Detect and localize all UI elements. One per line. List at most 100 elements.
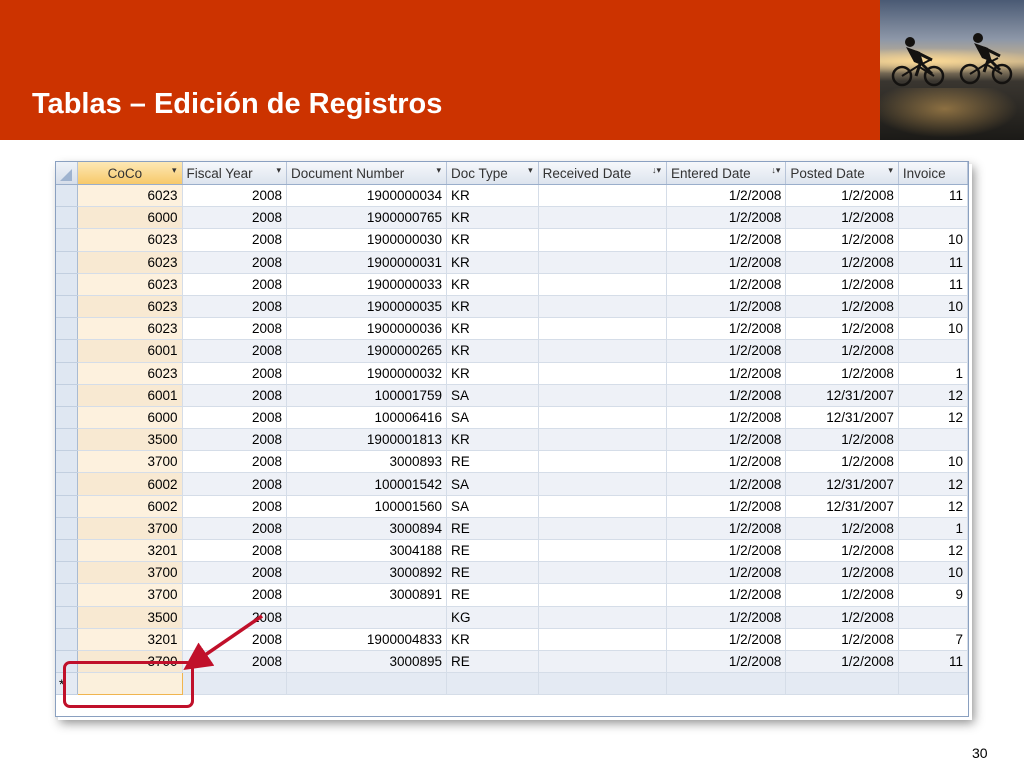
table-cell[interactable]: 2008 — [182, 561, 288, 585]
table-cell[interactable]: 1/2/2008 — [785, 650, 899, 674]
table-cell[interactable]: 6023 — [77, 184, 183, 208]
datasheet-table[interactable]: CoCo ▾ Fiscal Year ▾ Document Number ▾ Doc Typ… — [55, 161, 969, 717]
table-row[interactable]: 3500 2008 1900001813 KR 1/2/2008 1/2/2008 — [56, 428, 968, 452]
table-cell[interactable]: 1/2/2008 — [666, 273, 787, 296]
table-cell[interactable]: KR — [446, 317, 539, 341]
table-cell[interactable]: 1/2/2008 — [785, 561, 899, 585]
table-cell[interactable]: 1/2/2008 — [666, 295, 787, 319]
table-cell[interactable]: 11 — [898, 184, 968, 208]
table-cell[interactable]: 3000893 — [286, 450, 448, 474]
table-cell[interactable]: 12/31/2007 — [785, 406, 899, 430]
row-selector[interactable] — [56, 339, 79, 363]
column-header-doc-type[interactable]: Doc Type ▾ — [446, 162, 539, 185]
table-cell[interactable]: 1/2/2008 — [666, 206, 787, 230]
table-cell[interactable] — [538, 273, 668, 296]
table-cell[interactable]: SA — [446, 495, 539, 518]
new-record-cell[interactable] — [286, 672, 448, 696]
table-row[interactable]: 3700 2008 3000892 RE 1/2/2008 1/2/2008 10 — [56, 561, 968, 585]
table-cell[interactable]: 6001 — [77, 384, 183, 407]
table-cell[interactable]: KR — [446, 251, 539, 274]
table-cell[interactable]: 2008 — [182, 428, 288, 452]
row-selector[interactable] — [56, 628, 79, 651]
table-row[interactable]: 6000 2008 100006416 SA 1/2/2008 12/31/2007 12 — [56, 406, 968, 430]
table-cell[interactable]: 3000891 — [286, 583, 448, 607]
column-header-document-number[interactable]: Document Number ▾ — [286, 162, 448, 185]
table-cell[interactable]: 3000895 — [286, 650, 448, 674]
row-selector[interactable] — [56, 406, 79, 430]
table-cell[interactable]: 1900000036 — [286, 317, 448, 341]
table-row[interactable]: 6001 2008 1900000265 KR 1/2/2008 1/2/2008 — [56, 339, 968, 363]
table-cell[interactable]: 1900000032 — [286, 362, 448, 385]
table-cell[interactable]: 1/2/2008 — [666, 317, 787, 341]
table-cell[interactable]: 2008 — [182, 339, 288, 363]
table-cell[interactable]: 2008 — [182, 184, 288, 208]
row-selector[interactable] — [56, 384, 79, 407]
table-cell[interactable]: 100001759 — [286, 384, 448, 407]
table-cell[interactable] — [538, 428, 668, 452]
table-cell[interactable]: 2008 — [182, 583, 288, 607]
table-cell[interactable]: 3000894 — [286, 517, 448, 541]
table-cell[interactable]: 12/31/2007 — [785, 384, 899, 407]
new-record-cell[interactable] — [898, 672, 968, 696]
table-cell[interactable]: 2008 — [182, 206, 288, 230]
table-cell[interactable]: 11 — [898, 650, 968, 674]
table-cell[interactable]: KR — [446, 362, 539, 385]
table-cell[interactable] — [538, 628, 668, 651]
table-cell[interactable]: 1/2/2008 — [666, 606, 787, 629]
dropdown-arrow-icon[interactable]: ▾ — [172, 165, 177, 176]
table-cell[interactable]: 6023 — [77, 362, 183, 385]
table-cell[interactable]: 10 — [898, 317, 968, 341]
table-cell[interactable]: KR — [446, 295, 539, 319]
table-row[interactable]: 6023 2008 1900000035 KR 1/2/2008 1/2/2008 10 — [56, 295, 968, 319]
table-cell[interactable]: KG — [446, 606, 539, 629]
table-cell[interactable]: 1900000033 — [286, 273, 448, 296]
table-cell[interactable] — [538, 606, 668, 629]
table-cell[interactable] — [538, 206, 668, 230]
table-cell[interactable]: 6023 — [77, 295, 183, 319]
table-cell[interactable]: 1900000765 — [286, 206, 448, 230]
table-cell[interactable]: 6023 — [77, 273, 183, 296]
table-cell[interactable]: 6023 — [77, 317, 183, 341]
new-record-cell[interactable] — [538, 672, 668, 696]
table-cell[interactable]: 1/2/2008 — [785, 273, 899, 296]
table-cell[interactable]: 12 — [898, 539, 968, 563]
table-cell[interactable]: 1/2/2008 — [785, 251, 899, 274]
table-cell[interactable] — [538, 561, 668, 585]
table-cell[interactable]: 12/31/2007 — [785, 495, 899, 518]
table-cell[interactable]: 1/2/2008 — [666, 517, 787, 541]
table-cell[interactable]: 2008 — [182, 495, 288, 518]
table-cell[interactable]: 3000892 — [286, 561, 448, 585]
table-row[interactable]: 6001 2008 100001759 SA 1/2/2008 12/31/2007 12 — [56, 384, 968, 407]
row-selector[interactable] — [56, 472, 79, 496]
table-row[interactable]: 6023 2008 1900000031 KR 1/2/2008 1/2/2008 11 — [56, 251, 968, 274]
table-row[interactable]: 6023 2008 1900000033 KR 1/2/2008 1/2/2008 11 — [56, 273, 968, 296]
table-cell[interactable]: 2008 — [182, 606, 288, 629]
table-cell[interactable]: 6023 — [77, 251, 183, 274]
table-cell[interactable]: 2008 — [182, 362, 288, 385]
table-row[interactable]: 6023 2008 1900000036 KR 1/2/2008 1/2/2008 10 — [56, 317, 968, 341]
table-cell[interactable]: 100001542 — [286, 472, 448, 496]
table-row[interactable]: 6000 2008 1900000765 KR 1/2/2008 1/2/2008 — [56, 206, 968, 230]
table-cell[interactable]: 10 — [898, 228, 968, 252]
table-cell[interactable]: 2008 — [182, 517, 288, 541]
table-cell[interactable]: SA — [446, 472, 539, 496]
table-row[interactable]: 6002 2008 100001542 SA 1/2/2008 12/31/2007 12 — [56, 472, 968, 496]
table-cell[interactable]: 3004188 — [286, 539, 448, 563]
table-cell[interactable]: 1900001813 — [286, 428, 448, 452]
sort-descending-icon[interactable]: ↓▾ — [771, 165, 780, 176]
table-cell[interactable]: 1900000030 — [286, 228, 448, 252]
table-row[interactable]: 3201 2008 3004188 RE 1/2/2008 1/2/2008 12 — [56, 539, 968, 563]
table-cell[interactable]: 1/2/2008 — [785, 295, 899, 319]
table-cell[interactable] — [538, 495, 668, 518]
table-cell[interactable] — [538, 362, 668, 385]
dropdown-arrow-icon[interactable]: ▾ — [276, 165, 281, 176]
table-row[interactable]: 3500 2008 KG 1/2/2008 1/2/2008 — [56, 606, 968, 629]
table-cell[interactable]: KR — [446, 228, 539, 252]
table-cell[interactable]: 12/31/2007 — [785, 472, 899, 496]
column-header-posted-date[interactable]: Posted Date ▾ — [785, 162, 899, 185]
table-cell[interactable]: 10 — [898, 561, 968, 585]
table-cell[interactable] — [538, 384, 668, 407]
table-cell[interactable]: 1/2/2008 — [785, 362, 899, 385]
table-cell[interactable]: 3500 — [77, 606, 183, 629]
new-record-cell[interactable] — [182, 672, 288, 696]
